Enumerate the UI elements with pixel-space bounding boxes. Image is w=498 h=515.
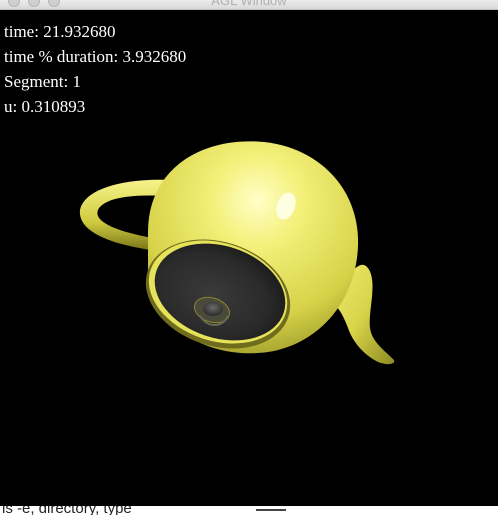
debug-overlay: time: 21.932680 time % duration: 3.93268… bbox=[4, 19, 186, 119]
time-readout: time: 21.932680 bbox=[4, 22, 116, 41]
segment-readout: Segment: 1 bbox=[4, 72, 81, 91]
window-titlebar[interactable]: AGL Window bbox=[0, 0, 498, 10]
background-terminal-window[interactable]: ls -e, directory, type bbox=[0, 506, 498, 515]
time-mod-duration-readout: time % duration: 3.932680 bbox=[4, 47, 187, 66]
agl-window: AGL Window time: 21.932680 time % durati… bbox=[0, 0, 498, 515]
u-parameter-readout: u: 0.310893 bbox=[4, 97, 86, 116]
terminal-cursor-mark bbox=[256, 509, 286, 511]
teapot bbox=[79, 141, 395, 365]
teapot-knob bbox=[203, 302, 223, 316]
terminal-partial-text: ls -e, directory, type bbox=[2, 506, 132, 515]
window-title: AGL Window bbox=[211, 0, 287, 8]
